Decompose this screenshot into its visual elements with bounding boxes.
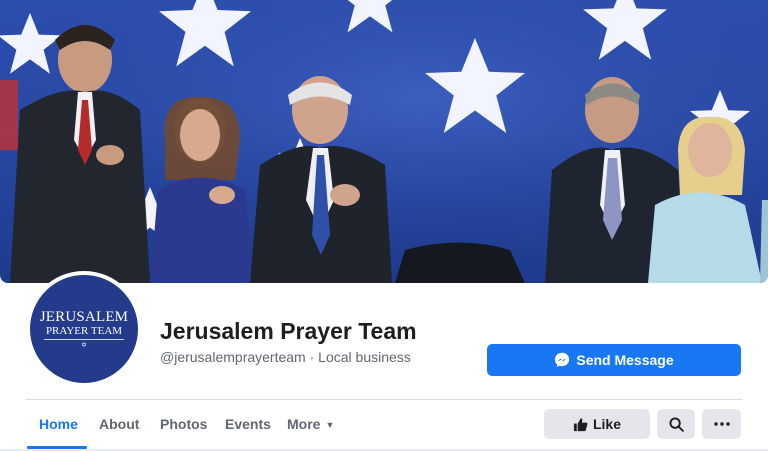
tab-events-label: Events [225, 416, 271, 432]
logo-star-icon: ✡ [81, 341, 87, 349]
tab-events[interactable]: Events [225, 400, 271, 448]
more-options-button[interactable] [702, 409, 741, 439]
tab-about[interactable]: About [99, 400, 139, 448]
like-label: Like [592, 416, 621, 432]
chevron-down-icon: ▼ [325, 420, 335, 430]
tab-home[interactable]: Home [39, 400, 78, 448]
logo-text-line2: PRAYER TEAM [43, 325, 125, 340]
tab-home-label: Home [39, 416, 78, 432]
profile-avatar[interactable]: JERUSALEM PRAYER TEAM ✡ [26, 271, 142, 387]
handle-separator: · [305, 349, 319, 365]
page-category[interactable]: Local business [318, 349, 411, 365]
thumbs-up-icon [573, 417, 588, 431]
tab-more-label: More [287, 416, 321, 432]
page-handle[interactable]: @jerusalemprayerteam [160, 349, 306, 365]
search-button[interactable] [657, 409, 695, 439]
page-logo: JERUSALEM PRAYER TEAM ✡ [30, 275, 138, 383]
cover-photo-image [0, 0, 768, 283]
page-title: Jerusalem Prayer Team [160, 318, 417, 344]
cover-photo[interactable] [0, 0, 768, 283]
page-handle-line: @jerusalemprayerteam · Local business [160, 349, 411, 365]
send-message-button[interactable]: Send Message [487, 344, 741, 376]
messenger-icon [555, 352, 570, 367]
like-button[interactable]: Like [544, 409, 650, 439]
tab-more[interactable]: More ▼ [287, 400, 334, 448]
logo-text-line1: JERUSALEM [39, 309, 129, 325]
send-message-label: Send Message [576, 352, 674, 368]
tab-photos-label: Photos [160, 416, 208, 432]
more-horizontal-icon [713, 422, 730, 426]
tab-about-label: About [99, 416, 140, 432]
tab-photos[interactable]: Photos [160, 400, 207, 448]
search-icon [668, 416, 684, 432]
